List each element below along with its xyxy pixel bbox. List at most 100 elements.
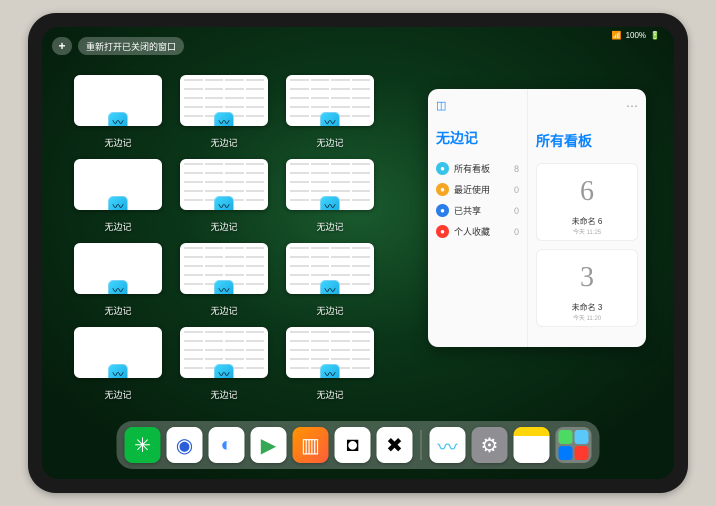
- sidebar-item[interactable]: ● 最近使用 0: [436, 179, 519, 200]
- sidebar-item-icon: ●: [436, 225, 449, 238]
- freeform-panel: ◫ 无边记 ●所有看板8●最近使用0●已共享0●个人收藏0 ⋯ 所有看板 6未命…: [428, 89, 646, 347]
- app-window-card[interactable]: 〰无边记: [180, 159, 268, 233]
- qqbrowser-icon[interactable]: ◉: [167, 427, 203, 463]
- dock-separator: [421, 430, 422, 460]
- app-window-card[interactable]: 〰无边记: [286, 327, 374, 401]
- app-window-card[interactable]: 〰无边记: [286, 243, 374, 317]
- sidebar-item-count: 0: [514, 206, 519, 216]
- sidebar-item-label: 最近使用: [454, 183, 490, 196]
- freeform-app-icon: 〰: [108, 112, 128, 126]
- app-window-label: 无边记: [316, 220, 343, 233]
- app-window-label: 无边记: [316, 304, 343, 317]
- sidebar-item-count: 0: [514, 185, 519, 195]
- window-thumbnail: 〰: [286, 159, 374, 210]
- sidebar-toggle-icon[interactable]: ◫: [436, 99, 519, 112]
- wechat-icon[interactable]: ✳: [125, 427, 161, 463]
- quark-icon[interactable]: ◐: [209, 427, 245, 463]
- app-window-label: 无边记: [210, 304, 237, 317]
- board-card[interactable]: 6未命名 6今天 11:25: [536, 163, 638, 241]
- app-window-label: 无边记: [316, 388, 343, 401]
- app6-icon[interactable]: ◘: [335, 427, 371, 463]
- top-controls: + 重新打开已关闭的窗口: [52, 37, 184, 55]
- notes-icon[interactable]: [514, 427, 550, 463]
- window-thumbnail: 〰: [74, 159, 162, 210]
- dock: ✳◉◐▶▥◘✖ 〰⚙: [117, 421, 600, 469]
- freeform-app-icon: 〰: [214, 280, 234, 294]
- sidebar-item-label: 个人收藏: [454, 225, 490, 238]
- board-thumbnail: 6: [541, 168, 633, 216]
- sidebar-item-count: 8: [514, 164, 519, 174]
- screen: 📶 100% 🔋 + 重新打开已关闭的窗口 〰无边记〰无边记〰无边记〰无边记〰无…: [42, 27, 674, 479]
- window-thumbnail: 〰: [180, 243, 268, 294]
- sidebar-item-icon: ●: [436, 162, 449, 175]
- app-window-label: 无边记: [210, 136, 237, 149]
- board-time: 今天 11:25: [541, 227, 633, 236]
- app-window-label: 无边记: [104, 304, 131, 317]
- app-window-label: 无边记: [210, 388, 237, 401]
- app-window-card[interactable]: 〰无边记: [74, 75, 162, 149]
- window-thumbnail: 〰: [180, 75, 268, 126]
- app-window-card[interactable]: 〰无边记: [74, 243, 162, 317]
- board-thumbnail: 3: [541, 254, 633, 302]
- window-thumbnail: 〰: [286, 327, 374, 378]
- app-window-card[interactable]: 〰无边记: [180, 243, 268, 317]
- sidebar-item[interactable]: ● 已共享 0: [436, 200, 519, 221]
- app-window-label: 无边记: [316, 136, 343, 149]
- board-card[interactable]: 3未命名 3今天 11:20: [536, 249, 638, 327]
- sidebar-item-icon: ●: [436, 204, 449, 217]
- window-thumbnail: 〰: [74, 327, 162, 378]
- sidebar-item[interactable]: ● 个人收藏 0: [436, 221, 519, 242]
- play-icon[interactable]: ▶: [251, 427, 287, 463]
- panel-content: ⋯ 所有看板 6未命名 6今天 11:25 3未命名 3今天 11:20: [528, 89, 646, 347]
- panel-title: 无边记: [436, 128, 519, 148]
- app-window-card[interactable]: 〰无边记: [286, 159, 374, 233]
- app7-icon[interactable]: ✖: [377, 427, 413, 463]
- ipad-device: 📶 100% 🔋 + 重新打开已关闭的窗口 〰无边记〰无边记〰无边记〰无边记〰无…: [28, 13, 688, 493]
- freeform-icon[interactable]: 〰: [430, 427, 466, 463]
- settings-icon[interactable]: ⚙: [472, 427, 508, 463]
- app-window-label: 无边记: [104, 220, 131, 233]
- app-window-label: 无边记: [104, 388, 131, 401]
- sidebar-item-label: 所有看板: [454, 162, 490, 175]
- more-icon[interactable]: ⋯: [626, 99, 638, 113]
- app-window-card[interactable]: 〰无边记: [286, 75, 374, 149]
- library-icon[interactable]: [556, 427, 592, 463]
- books-icon[interactable]: ▥: [293, 427, 329, 463]
- freeform-app-icon: 〰: [108, 364, 128, 378]
- freeform-app-icon: 〰: [108, 196, 128, 210]
- app-window-label: 无边记: [210, 220, 237, 233]
- board-label: 未命名 3: [541, 302, 633, 313]
- window-thumbnail: 〰: [74, 75, 162, 126]
- app-window-card[interactable]: 〰无边记: [74, 159, 162, 233]
- window-thumbnail: 〰: [180, 327, 268, 378]
- sidebar-item[interactable]: ● 所有看板 8: [436, 158, 519, 179]
- board-time: 今天 11:20: [541, 313, 633, 322]
- app-window-card[interactable]: 〰无边记: [74, 327, 162, 401]
- wifi-icon: 📶: [612, 31, 622, 40]
- panel-right-title: 所有看板: [536, 131, 638, 151]
- app-window-card[interactable]: 〰无边记: [180, 75, 268, 149]
- window-thumbnail: 〰: [286, 75, 374, 126]
- app-window-label: 无边记: [104, 136, 131, 149]
- freeform-app-icon: 〰: [214, 112, 234, 126]
- battery-icon: 🔋: [650, 31, 660, 40]
- sidebar-item-label: 已共享: [454, 204, 481, 217]
- sidebar-item-icon: ●: [436, 183, 449, 196]
- window-thumbnail: 〰: [74, 243, 162, 294]
- freeform-app-icon: 〰: [214, 364, 234, 378]
- app-switcher-grid: 〰无边记〰无边记〰无边记〰无边记〰无边记〰无边记〰无边记〰无边记〰无边记〰无边记…: [74, 75, 374, 401]
- freeform-app-icon: 〰: [320, 280, 340, 294]
- sidebar-item-count: 0: [514, 227, 519, 237]
- app-window-card[interactable]: 〰无边记: [180, 327, 268, 401]
- battery-text: 100%: [626, 31, 646, 40]
- add-button[interactable]: +: [52, 37, 72, 55]
- freeform-app-icon: 〰: [214, 196, 234, 210]
- freeform-app-icon: 〰: [320, 112, 340, 126]
- freeform-app-icon: 〰: [320, 196, 340, 210]
- freeform-app-icon: 〰: [108, 280, 128, 294]
- panel-sidebar: ◫ 无边记 ● 所有看板 8 ● 最近使用 0 ● 已共享 0 ● 个人收藏 0: [428, 89, 528, 347]
- reopen-closed-window-button[interactable]: 重新打开已关闭的窗口: [78, 37, 184, 55]
- board-label: 未命名 6: [541, 216, 633, 227]
- status-bar: 📶 100% 🔋: [612, 31, 660, 40]
- window-thumbnail: 〰: [180, 159, 268, 210]
